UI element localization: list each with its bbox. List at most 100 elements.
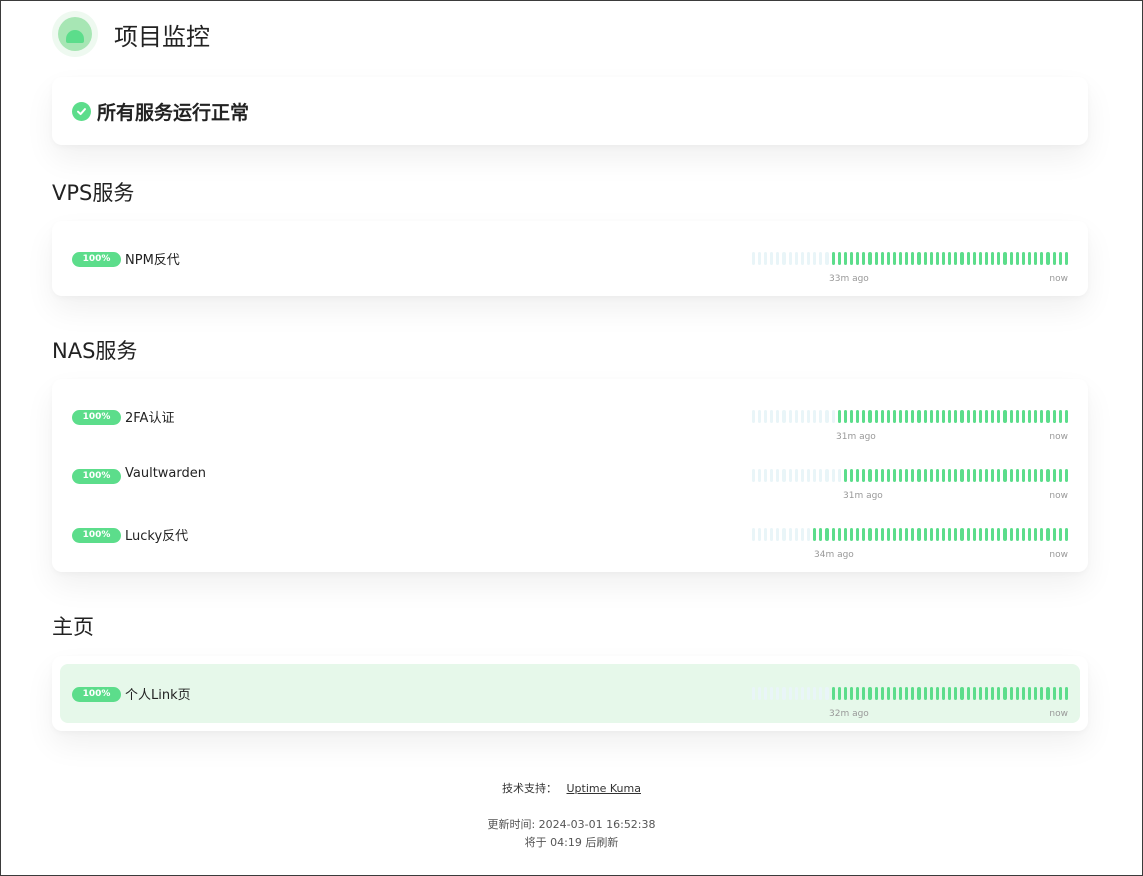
heartbeat-up[interactable]: [1003, 528, 1007, 541]
heartbeat-up[interactable]: [1015, 410, 1019, 423]
heartbeat-up[interactable]: [868, 528, 872, 541]
heartbeat-up[interactable]: [1040, 469, 1044, 482]
heartbeat-up[interactable]: [997, 687, 1001, 700]
heartbeat-up[interactable]: [874, 252, 878, 265]
heartbeat-up[interactable]: [1058, 469, 1062, 482]
heartbeat-up[interactable]: [1040, 252, 1044, 265]
heartbeat-up[interactable]: [1028, 687, 1032, 700]
heartbeat-up[interactable]: [856, 528, 860, 541]
heartbeat-up[interactable]: [1034, 252, 1038, 265]
heartbeat-up[interactable]: [1064, 469, 1068, 482]
heartbeat-up[interactable]: [1046, 528, 1050, 541]
monitor-name[interactable]: NPM反代: [125, 249, 180, 268]
monitor-row[interactable]: 100% NPM反代 33m ago now: [52, 229, 1088, 288]
heartbeat-up[interactable]: [942, 252, 946, 265]
heartbeat-up[interactable]: [874, 528, 878, 541]
monitor-name[interactable]: 个人Link页: [125, 684, 191, 703]
heartbeat-up[interactable]: [862, 528, 866, 541]
heartbeat-up[interactable]: [1064, 528, 1068, 541]
heartbeat-up[interactable]: [978, 528, 983, 541]
heartbeat-up[interactable]: [960, 410, 964, 423]
heartbeat-up[interactable]: [868, 252, 872, 265]
heartbeat-up[interactable]: [911, 528, 915, 541]
heartbeat-up[interactable]: [954, 469, 958, 482]
heartbeat-up[interactable]: [1064, 410, 1068, 423]
heartbeat-up[interactable]: [911, 469, 915, 482]
heartbeat-up[interactable]: [849, 410, 854, 423]
heartbeat-up[interactable]: [856, 687, 860, 700]
heartbeat-up[interactable]: [1046, 410, 1050, 423]
heartbeat-up[interactable]: [929, 469, 933, 482]
heartbeat-up[interactable]: [1003, 410, 1007, 423]
heartbeat-up[interactable]: [831, 252, 835, 265]
heartbeat-up[interactable]: [862, 469, 866, 482]
heartbeat-up[interactable]: [886, 687, 890, 700]
heartbeat-up[interactable]: [892, 469, 897, 482]
heartbeat-up[interactable]: [978, 410, 983, 423]
heartbeat-up[interactable]: [954, 410, 958, 423]
heartbeat-up[interactable]: [905, 528, 909, 541]
heartbeat-up[interactable]: [880, 528, 884, 541]
heartbeat-up[interactable]: [935, 410, 940, 423]
heartbeat-up[interactable]: [978, 469, 983, 482]
heartbeat-up[interactable]: [905, 469, 909, 482]
heartbeat-up[interactable]: [880, 469, 884, 482]
heartbeat-up[interactable]: [997, 252, 1001, 265]
heartbeat-up[interactable]: [942, 410, 946, 423]
heartbeat-up[interactable]: [1052, 252, 1056, 265]
heartbeat-up[interactable]: [929, 687, 933, 700]
heartbeat-up[interactable]: [868, 469, 872, 482]
heartbeat-up[interactable]: [905, 687, 909, 700]
heartbeat-up[interactable]: [1003, 469, 1007, 482]
heartbeat-up[interactable]: [874, 410, 878, 423]
heartbeat-up[interactable]: [892, 252, 897, 265]
heartbeat-up[interactable]: [899, 528, 903, 541]
heartbeat-up[interactable]: [1028, 252, 1032, 265]
heartbeat-up[interactable]: [1021, 252, 1026, 265]
heartbeat-up[interactable]: [972, 469, 976, 482]
heartbeat-up[interactable]: [880, 687, 884, 700]
heartbeat-up[interactable]: [880, 410, 884, 423]
heartbeat-up[interactable]: [837, 687, 841, 700]
heartbeat-up[interactable]: [837, 252, 841, 265]
heartbeat-up[interactable]: [1009, 410, 1013, 423]
heartbeat-up[interactable]: [960, 528, 964, 541]
heartbeat-up[interactable]: [929, 410, 933, 423]
heartbeat-up[interactable]: [843, 410, 847, 423]
heartbeat-up[interactable]: [843, 528, 847, 541]
heartbeat-up[interactable]: [831, 687, 835, 700]
heartbeat-up[interactable]: [819, 528, 823, 541]
heartbeat-up[interactable]: [1028, 469, 1032, 482]
heartbeat-up[interactable]: [849, 687, 854, 700]
heartbeat-up[interactable]: [899, 469, 903, 482]
heartbeat-up[interactable]: [929, 528, 933, 541]
monitor-row[interactable]: 100% Vaultwarden 31m ago now: [52, 446, 1088, 505]
heartbeat-up[interactable]: [923, 469, 927, 482]
heartbeat-up[interactable]: [954, 687, 958, 700]
monitor-name[interactable]: 2FA认证: [125, 407, 174, 426]
heartbeat-up[interactable]: [868, 687, 872, 700]
heartbeat-up[interactable]: [985, 528, 989, 541]
heartbeat-up[interactable]: [948, 687, 952, 700]
heartbeat-up[interactable]: [1009, 469, 1013, 482]
heartbeat-up[interactable]: [1015, 252, 1019, 265]
heartbeat-up[interactable]: [1052, 410, 1056, 423]
heartbeat-up[interactable]: [1021, 410, 1026, 423]
heartbeat-up[interactable]: [966, 528, 970, 541]
heartbeat-up[interactable]: [935, 687, 940, 700]
heartbeat-up[interactable]: [972, 410, 976, 423]
heartbeat-up[interactable]: [978, 687, 983, 700]
heartbeat-up[interactable]: [917, 410, 921, 423]
heartbeat-up[interactable]: [1021, 528, 1026, 541]
heartbeat-up[interactable]: [1021, 687, 1026, 700]
heartbeat-up[interactable]: [1003, 687, 1007, 700]
heartbeat-up[interactable]: [892, 410, 897, 423]
heartbeat-up[interactable]: [917, 528, 921, 541]
heartbeat-up[interactable]: [849, 469, 854, 482]
heartbeat-up[interactable]: [935, 252, 940, 265]
heartbeat-up[interactable]: [948, 528, 952, 541]
uptime-kuma-link[interactable]: Uptime Kuma: [567, 782, 641, 795]
heartbeat-up[interactable]: [917, 687, 921, 700]
heartbeat-up[interactable]: [1052, 687, 1056, 700]
heartbeat-up[interactable]: [892, 528, 897, 541]
